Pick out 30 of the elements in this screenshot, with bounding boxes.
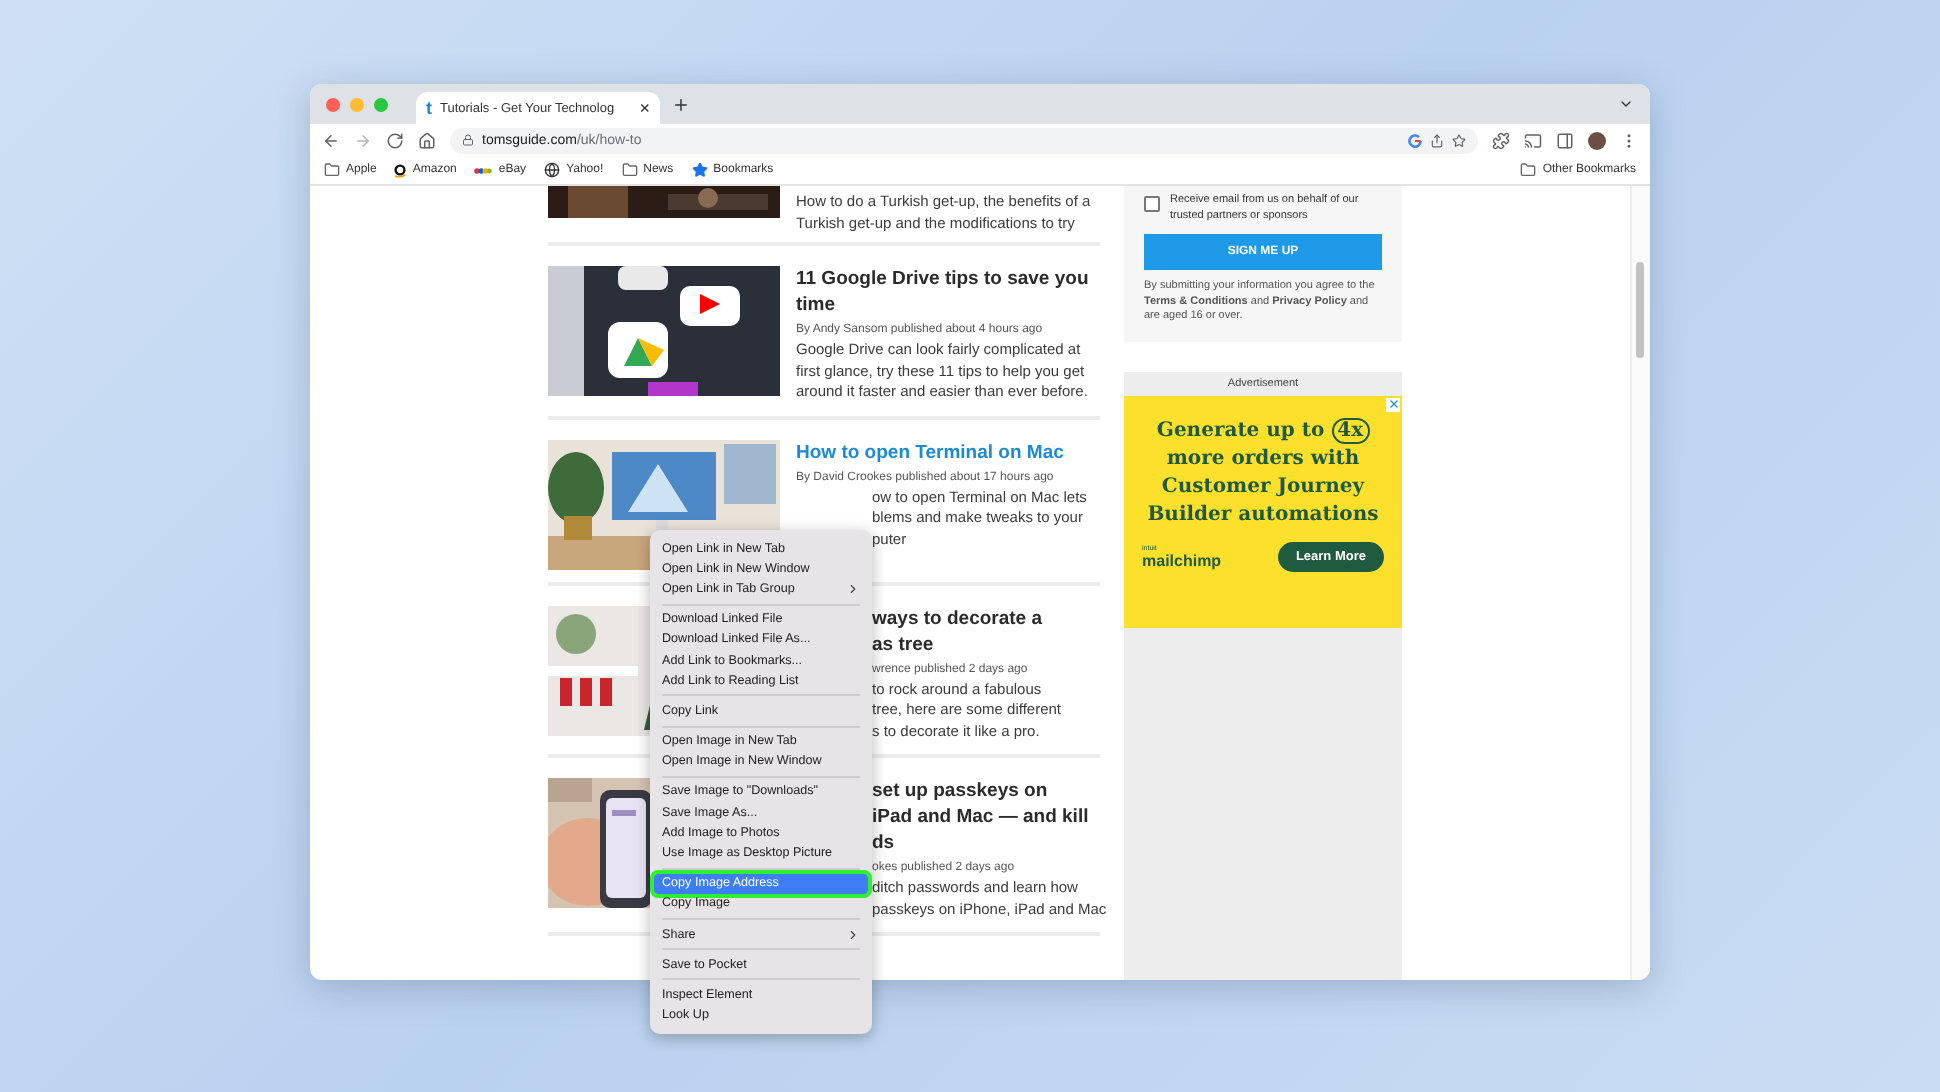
- consent-checkbox[interactable]: [1144, 196, 1160, 212]
- profile-avatar[interactable]: [1588, 131, 1606, 149]
- folder-icon: [324, 162, 340, 178]
- tab-close-button[interactable]: ×: [639, 99, 650, 117]
- chevron-icon: [846, 581, 860, 596]
- share-icon[interactable]: [1430, 133, 1444, 147]
- reload-icon[interactable]: [386, 131, 404, 149]
- star-icon: [691, 162, 708, 178]
- scrollbar-thumb[interactable]: [1636, 262, 1644, 358]
- bookmark-star-icon[interactable]: [1452, 133, 1466, 147]
- article-title[interactable]: How to open Terminal on Mac: [796, 439, 1100, 465]
- folder-icon: [621, 162, 638, 178]
- google-icon: [1408, 133, 1422, 147]
- folder-icon: [1520, 162, 1537, 178]
- side-panel-icon[interactable]: [1556, 131, 1574, 149]
- lock-icon: [462, 134, 474, 146]
- tab-list-icon[interactable]: [1618, 96, 1634, 112]
- cast-icon[interactable]: [1524, 131, 1542, 149]
- extensions-icon[interactable]: [1492, 131, 1510, 149]
- back-icon[interactable]: [322, 131, 340, 149]
- tab-favicon: t: [426, 98, 432, 118]
- home-icon[interactable]: [418, 131, 436, 149]
- amazon-icon: [394, 163, 407, 177]
- article-title[interactable]: 11 Google Drive tips to save you time: [796, 266, 1100, 318]
- globe-icon: [544, 162, 561, 178]
- ad-headline: Generate up to 4x more orders with Customer Journey Builder automations: [1145, 417, 1381, 529]
- new-tab-icon[interactable]: [672, 95, 690, 113]
- chevron-icon: [846, 927, 860, 942]
- close-icon[interactable]: [1386, 397, 1400, 411]
- ebay-icon: [474, 165, 493, 175]
